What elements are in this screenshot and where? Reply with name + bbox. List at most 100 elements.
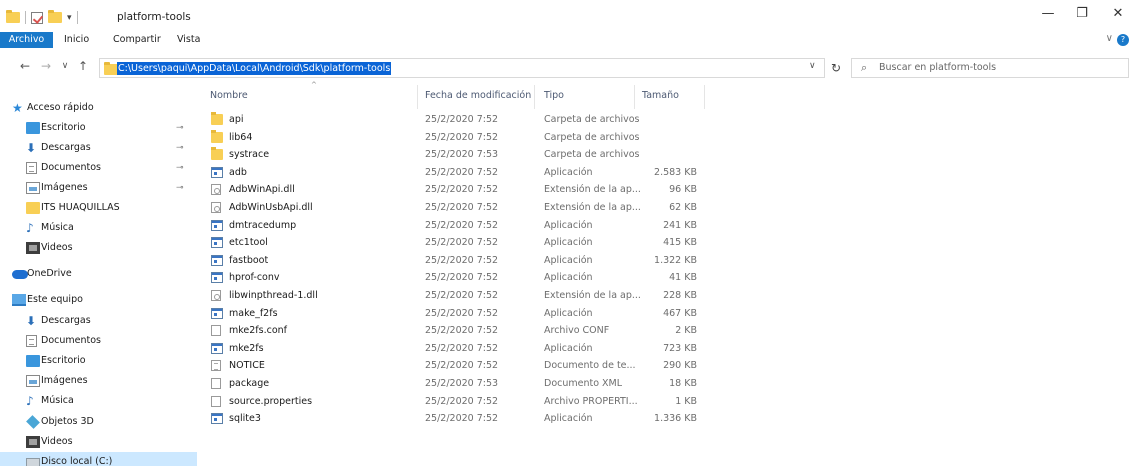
column-header-size[interactable]: Tamaño bbox=[642, 89, 679, 103]
sidebar-item-escritorio[interactable]: Escritorio bbox=[0, 351, 197, 371]
table-row[interactable]: adb 25/2/2020 7:52 Aplicación 2.583 KB bbox=[197, 164, 1135, 181]
sidebar-item-videos[interactable]: Videos bbox=[0, 238, 197, 258]
sidebar-item-escritorio[interactable]: Escritorio ⊸ bbox=[0, 118, 197, 138]
pin-icon[interactable]: ⊸ bbox=[176, 158, 184, 178]
sidebar-item-disco-local-c[interactable]: Disco local (C:) bbox=[0, 452, 197, 466]
dll-icon bbox=[211, 290, 221, 301]
restore-button[interactable]: ❐ bbox=[1072, 6, 1092, 21]
forward-button[interactable]: → bbox=[38, 59, 54, 73]
sidebar-item-documentos[interactable]: Documentos bbox=[0, 331, 197, 351]
recent-locations-button[interactable]: ∨ bbox=[57, 61, 73, 71]
pin-icon[interactable]: ⊸ bbox=[176, 138, 184, 158]
file-date: 25/2/2020 7:52 bbox=[425, 413, 499, 425]
refresh-button[interactable]: ↻ bbox=[826, 58, 846, 78]
new-folder-icon[interactable] bbox=[48, 10, 62, 23]
table-row[interactable]: dmtracedump 25/2/2020 7:52 Aplicación 241 K… bbox=[197, 217, 1135, 234]
table-row[interactable]: libwinpthread-1.dll 25/2/2020 7:52 Extensi… bbox=[197, 287, 1135, 304]
sidebar-item-videos[interactable]: Videos bbox=[0, 432, 197, 452]
file-size: 290 KB bbox=[663, 360, 697, 372]
sidebar-item-label: Música bbox=[41, 222, 74, 233]
column-divider[interactable] bbox=[417, 85, 418, 109]
table-row[interactable]: AdbWinApi.dll 25/2/2020 7:52 Extensión de … bbox=[197, 181, 1135, 198]
table-row[interactable]: make_f2fs 25/2/2020 7:52 Aplicación 467 KB bbox=[197, 305, 1135, 322]
search-icon: ⌕ bbox=[861, 61, 868, 74]
file-size: 18 KB bbox=[669, 378, 697, 389]
column-divider[interactable] bbox=[704, 85, 705, 109]
application-icon bbox=[211, 237, 223, 249]
address-bar[interactable]: C:\Users\paqui\AppData\Local\Android\Sdk… bbox=[99, 58, 825, 78]
table-row[interactable]: mke2fs.conf 25/2/2020 7:52 Archivo CONF 2 K… bbox=[197, 322, 1135, 339]
file-type: Extensión de la ap... bbox=[544, 184, 641, 196]
sidebar-item-onedrive[interactable]: OneDrive bbox=[0, 264, 197, 284]
back-button[interactable]: ← bbox=[17, 59, 33, 73]
table-row[interactable]: hprof-conv 25/2/2020 7:52 Aplicación 41 KB bbox=[197, 269, 1135, 286]
tab-archivo[interactable]: Archivo bbox=[0, 32, 53, 48]
pin-icon[interactable]: ⊸ bbox=[176, 178, 184, 198]
local-disk-icon bbox=[26, 458, 40, 466]
customize-toolbar-arrow[interactable]: ▾ bbox=[67, 13, 72, 23]
table-row[interactable]: api 25/2/2020 7:52 Carpeta de archivos bbox=[197, 111, 1135, 128]
navigation-pane: ★ Acceso rápido Escritorio ⊸ ⬇ Descargas ⊸ Docu… bbox=[0, 86, 197, 466]
table-row[interactable]: fastboot 25/2/2020 7:52 Aplicación 1.322 KB bbox=[197, 252, 1135, 269]
file-size: 241 KB bbox=[663, 219, 697, 231]
sidebar-item-música[interactable]: ♪ Música bbox=[0, 391, 197, 411]
pin-icon[interactable]: ⊸ bbox=[176, 118, 184, 138]
sidebar-item-label: Videos bbox=[41, 242, 73, 253]
sidebar-item-label: Documentos bbox=[41, 162, 101, 173]
table-row[interactable]: AdbWinUsbApi.dll 25/2/2020 7:52 Extensión … bbox=[197, 199, 1135, 216]
column-divider[interactable] bbox=[534, 85, 535, 109]
table-row[interactable]: package 25/2/2020 7:53 Documento XML 18 KB bbox=[197, 375, 1135, 392]
expand-ribbon-icon[interactable]: ∨ bbox=[1106, 33, 1113, 44]
sidebar-item-acceso-rápido[interactable]: ★ Acceso rápido bbox=[0, 98, 197, 118]
sidebar-item-música[interactable]: ♪ Música bbox=[0, 218, 197, 238]
address-path[interactable]: C:\Users\paqui\AppData\Local\Android\Sdk… bbox=[117, 62, 392, 75]
search-placeholder: Buscar en platform-tools bbox=[879, 62, 997, 73]
table-row[interactable]: systrace 25/2/2020 7:53 Carpeta de archivo… bbox=[197, 146, 1135, 163]
sidebar-item-documentos[interactable]: Documentos ⊸ bbox=[0, 158, 197, 178]
properties-icon[interactable] bbox=[31, 11, 43, 24]
table-row[interactable]: etc1tool 25/2/2020 7:52 Aplicación 415 KB bbox=[197, 234, 1135, 251]
file-date: 25/2/2020 7:52 bbox=[425, 342, 499, 354]
file-type: Carpeta de archivos bbox=[544, 114, 640, 125]
column-header-name[interactable]: Nombre bbox=[210, 89, 248, 103]
file-type: Extensión de la ap... bbox=[544, 202, 641, 213]
file-type: Aplicación bbox=[544, 237, 593, 249]
address-dropdown-button[interactable]: ∨ bbox=[809, 61, 816, 71]
file-type: Aplicación bbox=[544, 342, 593, 354]
sidebar-item-este-equipo[interactable]: Este equipo bbox=[0, 290, 197, 310]
desktop-icon bbox=[26, 122, 40, 134]
close-button[interactable]: ✕ bbox=[1108, 6, 1128, 21]
folder-icon bbox=[104, 62, 118, 75]
file-size: 1.336 KB bbox=[654, 413, 697, 425]
up-button[interactable]: ↑ bbox=[75, 59, 91, 73]
minimize-button[interactable]: — bbox=[1038, 6, 1058, 21]
text-document-icon bbox=[211, 360, 221, 372]
file-icon bbox=[211, 395, 221, 407]
table-row[interactable]: lib64 25/2/2020 7:52 Carpeta de archivos bbox=[197, 129, 1135, 146]
sidebar-item-imágenes[interactable]: Imágenes bbox=[0, 371, 197, 391]
application-icon bbox=[211, 272, 223, 284]
sidebar-item-label: Acceso rápido bbox=[27, 102, 94, 113]
column-header-type[interactable]: Tipo bbox=[544, 89, 564, 103]
sidebar-item-descargas[interactable]: ⬇ Descargas bbox=[0, 311, 197, 331]
sidebar-item-its-huaquillas[interactable]: ITS HUAQUILLAS bbox=[0, 198, 197, 218]
column-divider[interactable] bbox=[634, 85, 635, 109]
table-row[interactable]: source.properties 25/2/2020 7:52 Archivo P… bbox=[197, 393, 1135, 410]
sidebar-item-label: Descargas bbox=[41, 315, 91, 326]
tab-compartir[interactable]: Compartir bbox=[113, 32, 161, 48]
application-icon bbox=[211, 166, 223, 178]
search-input[interactable]: ⌕ Buscar en platform-tools bbox=[851, 58, 1129, 78]
file-size: 467 KB bbox=[663, 307, 697, 319]
sidebar-item-descargas[interactable]: ⬇ Descargas ⊸ bbox=[0, 138, 197, 158]
table-row[interactable]: NOTICE 25/2/2020 7:52 Documento de te... 29… bbox=[197, 357, 1135, 374]
column-header-date[interactable]: Fecha de modificación bbox=[425, 89, 531, 103]
help-icon[interactable]: ? bbox=[1117, 34, 1129, 46]
documents-icon bbox=[26, 335, 37, 347]
sidebar-item-imágenes[interactable]: Imágenes ⊸ bbox=[0, 178, 197, 198]
sidebar-item-objetos-3d[interactable]: Objetos 3D bbox=[0, 412, 197, 432]
table-row[interactable]: sqlite3 25/2/2020 7:52 Aplicación 1.336 KB bbox=[197, 410, 1135, 427]
file-name: fastboot bbox=[229, 254, 269, 266]
tab-inicio[interactable]: Inicio bbox=[64, 32, 89, 48]
tab-vista[interactable]: Vista bbox=[177, 32, 200, 48]
table-row[interactable]: mke2fs 25/2/2020 7:52 Aplicación 723 KB bbox=[197, 340, 1135, 357]
